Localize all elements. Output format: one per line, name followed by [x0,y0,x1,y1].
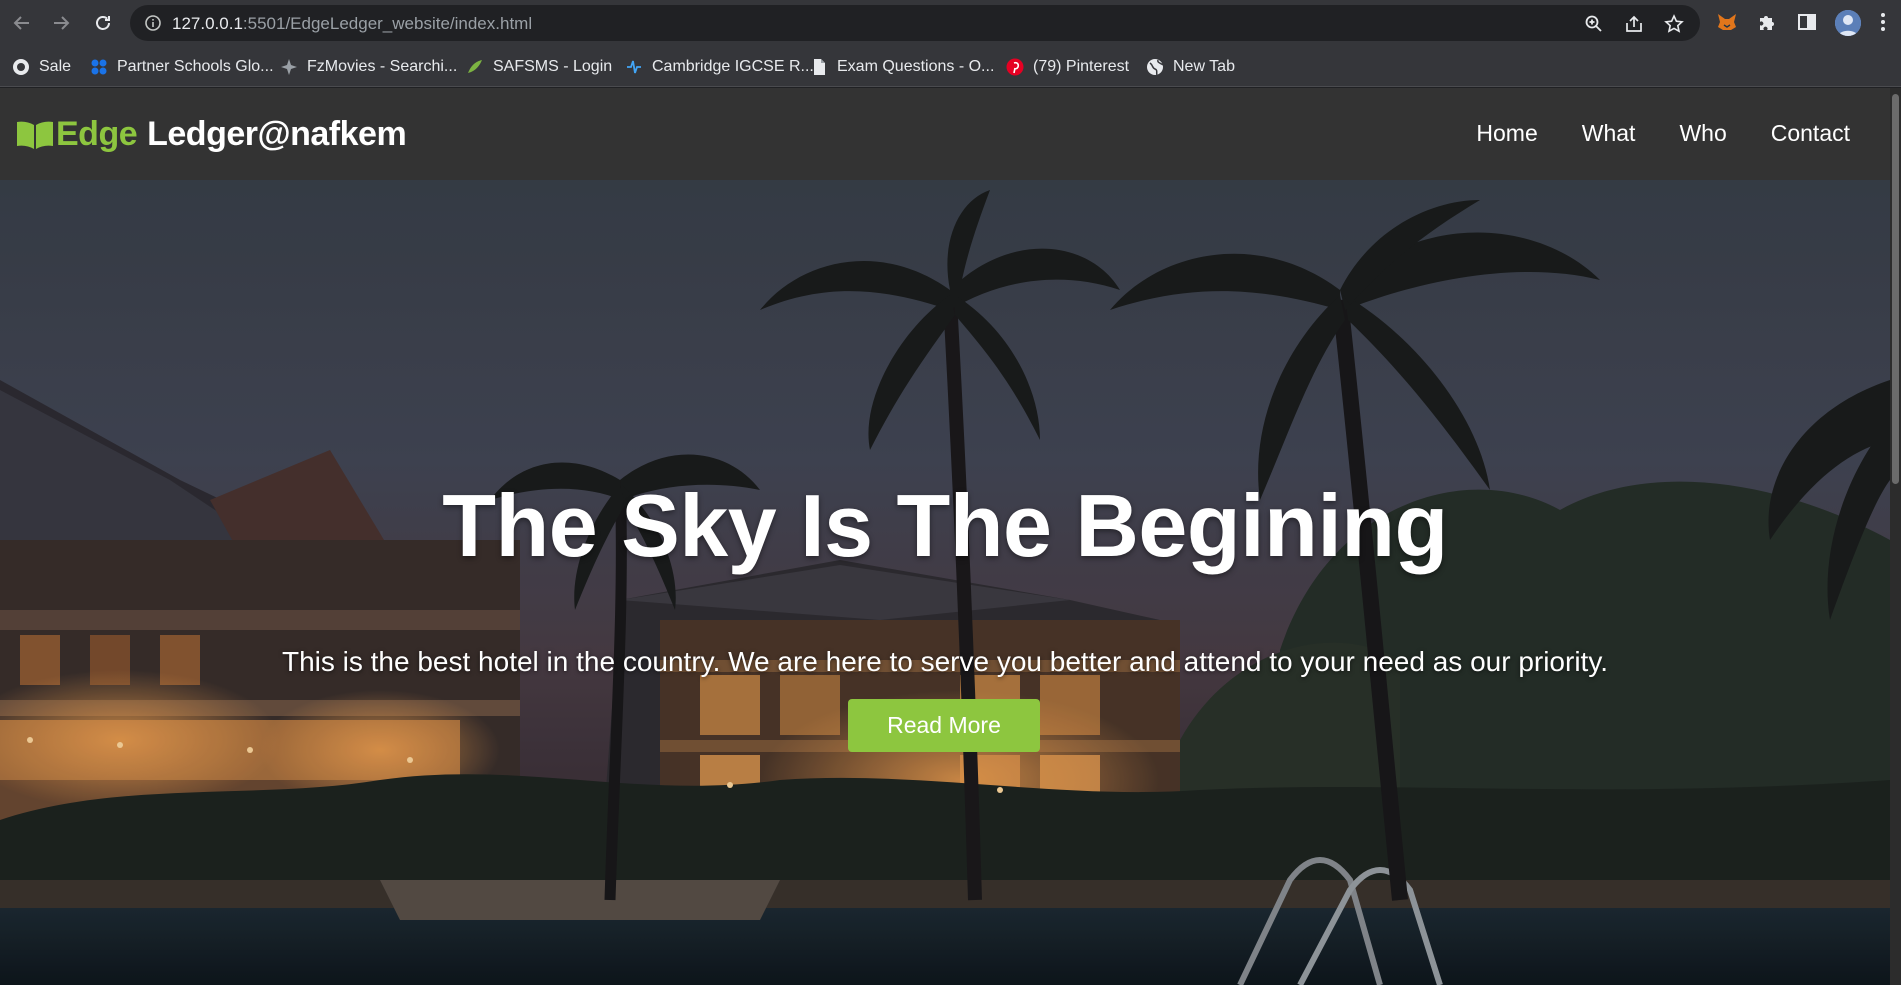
nav-what[interactable]: What [1582,120,1636,147]
bookmark-star-icon[interactable] [1664,14,1684,34]
bookmark-cambridge[interactable]: Cambridge IGCSE R... [625,56,814,78]
web-page: Edge Ledger@nafkem Home What Who Contact [0,88,1901,985]
forward-arrow-icon [54,16,70,30]
main-nav: Home What Who Contact [1476,120,1850,147]
bookmark-fzmovies[interactable]: FzMovies - Searchi... [280,56,457,78]
zoom-icon[interactable] [1584,14,1604,34]
logo-ledger-text: Ledger@nafkem [147,114,407,153]
extensions-puzzle-icon[interactable] [1756,11,1778,33]
fzmovies-icon [281,59,297,75]
bookmark-label: Sale [39,58,72,75]
hero-title: The Sky Is The Begining [442,476,1448,575]
reload-icon [96,16,110,30]
address-bar[interactable]: 127.0.0.1:5501/EdgeLedger_website/index.… [130,5,1700,41]
read-more-button[interactable]: Read More [848,699,1040,752]
partner-schools-icon [91,59,107,75]
globe-icon [1147,59,1164,76]
bookmark-pinterest[interactable]: (79) Pinterest [1006,56,1129,78]
safsms-icon [468,60,482,73]
site-logo[interactable]: Edge Ledger@nafkem [16,114,407,154]
bookmark-new-tab[interactable]: New Tab [1146,56,1235,78]
hero-description: This is the best hotel in the country. W… [281,646,1609,677]
nav-contact[interactable]: Contact [1771,120,1850,147]
page-scrollbar[interactable] [1890,88,1901,985]
document-icon [814,59,825,75]
bookmarks-bar: Sale Partner Schools Glo... FzMovies - S… [0,46,1901,87]
bookmark-label: New Tab [1173,58,1235,75]
bookmark-sale[interactable]: Sale [12,56,71,78]
bookmark-safsms[interactable]: SAFSMS - Login [466,56,612,78]
scrollbar-thumb[interactable] [1892,94,1899,484]
sale-icon [13,59,29,75]
back-button[interactable] [8,9,36,37]
hero-overlay [0,180,1890,985]
cambridge-icon [627,60,641,74]
side-panel-icon[interactable] [1796,11,1818,33]
url-path: :5501/EdgeLedger_website/index.html [242,14,533,33]
nav-home[interactable]: Home [1476,120,1537,147]
chrome-menu-icon[interactable] [1872,11,1894,33]
pinterest-icon [1006,58,1024,76]
nav-who[interactable]: Who [1679,120,1726,147]
open-book-icon [17,121,53,149]
reload-button[interactable] [89,9,117,37]
bookmark-label: Cambridge IGCSE R... [652,58,814,75]
site-info-icon[interactable] [144,14,162,32]
profile-avatar[interactable] [1835,10,1861,36]
hero-section: The Sky Is The Begining This is the best… [0,180,1890,985]
site-header: Edge Ledger@nafkem Home What Who Contact [0,88,1890,180]
url-host: 127.0.0.1 [172,14,243,33]
bookmark-label: SAFSMS - Login [493,58,613,75]
logo-edge-text: Edge [56,114,138,153]
bookmark-partner-schools[interactable]: Partner Schools Glo... [90,56,274,78]
back-arrow-icon [13,16,29,30]
avatar-icon [1835,10,1861,36]
bookmark-label: Exam Questions - O... [837,58,995,75]
url-text[interactable]: 127.0.0.1:5501/EdgeLedger_website/index.… [172,14,532,34]
bookmark-exam-questions[interactable]: Exam Questions - O... [810,56,994,78]
bookmark-label: Partner Schools Glo... [117,58,274,75]
bookmark-label: (79) Pinterest [1033,58,1130,75]
forward-button[interactable] [47,9,75,37]
metamask-fox-icon[interactable] [1716,11,1738,33]
browser-toolbar: 127.0.0.1:5501/EdgeLedger_website/index.… [0,0,1901,46]
share-icon[interactable] [1624,14,1644,34]
bookmark-label: FzMovies - Searchi... [307,58,458,75]
